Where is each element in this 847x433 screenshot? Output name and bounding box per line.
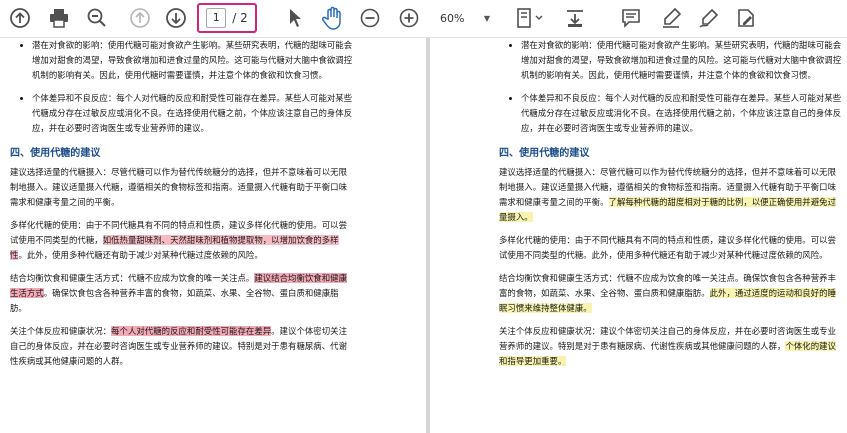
zoom-dropdown[interactable]: 60% ▼ [440,9,490,27]
paragraph: 结合均衡饮食和健康生活方式：代糖不应成为饮食的唯一关注点。建议结合均衡饮食和健康… [10,271,355,316]
zoom-out-icon[interactable] [358,7,382,29]
page-number-box[interactable]: 1 / 2 [197,3,257,33]
chevron-down-icon: ▼ [483,13,490,23]
paragraph: 关注个体反应和健康状况：建议个体密切关注自己的身体反应，并在必要时咨询医生或专业… [499,324,842,369]
list-item: 潜在对食欲的影响：使用代糖可能对食欲产生影响。某些研究表明，代糖的甜味可能会增加… [32,38,355,83]
list-item: 个体差异和不良反应：每个人对代糖的反应和耐受性可能存在差异。某些人可能对某些代糖… [32,91,355,136]
section-heading: 四、使用代糖的建议 [10,148,101,159]
zoom-search-icon[interactable] [85,7,109,29]
page-fit-icon[interactable] [515,7,545,29]
highlight-icon[interactable] [659,7,683,29]
text-run: 结合均衡饮食和健康生活方式：代糖不应成为饮食的唯一关注点。 [10,273,255,283]
section-heading: 四、使用代糖的建议 [499,148,590,159]
comment-icon[interactable] [619,7,643,29]
cursor-icon[interactable] [285,7,305,29]
bullet-list: 潜在对食欲的影响：使用代糖可能对食欲产生影响。某些研究表明，代糖的甜味可能会增加… [499,38,842,136]
text-run: 关注个体反应和健康状况： [10,326,112,336]
paragraph: 多样化代糖的使用：由于不同代糖具有不同的特点和性质，建议多样化代糖的使用。可以尝… [10,218,355,263]
page-total: / 2 [232,11,248,25]
page-up-icon[interactable] [128,7,152,29]
sign-icon[interactable] [697,7,721,29]
hand-icon[interactable] [320,6,346,30]
list-item: 潜在对食欲的影响：使用代糖可能对食欲产生影响。某些研究表明，代糖的甜味可能会增加… [521,38,842,83]
paragraph: 建议选择适量的代糖摄入：尽管代糖可以作为替代传统糖分的选择，但并不意味着可以无限… [499,165,842,225]
edit-icon[interactable] [734,7,758,29]
zoom-value: 60% [440,11,465,25]
bullet-list: 潜在对食欲的影响：使用代糖可能对食欲产生影响。某些研究表明，代糖的甜味可能会增加… [10,38,355,136]
document-viewer[interactable]: 潜在对食欲的影响：使用代糖可能对食欲产生影响。某些研究表明，代糖的甜味可能会增加… [0,38,847,433]
paragraph: 建议选择适量的代糖摄入：尽管代糖可以作为替代传统糖分的选择，但并不意味着可以无限… [10,167,347,207]
red-highlight[interactable]: 每个人对代糖的反应和耐受性可能存在差异 [111,326,272,336]
page-current-input[interactable]: 1 [206,8,227,28]
paragraph: 结合均衡饮食和健康生活方式：代糖不应成为饮食的唯一关注点。确保饮食包含各种营养丰… [499,271,842,316]
list-item: 个体差异和不良反应：每个人对代糖的反应和耐受性可能存在差异。某些人可能对某些代糖… [521,91,842,136]
document-page-left: 潜在对食欲的影响：使用代糖可能对食欲产生影响。某些研究表明，代糖的甜味可能会增加… [0,38,426,433]
text-run: 。此外，使用多种代糖还有助于减少对某种代糖过度依赖的风险。 [18,250,263,260]
zoom-in-icon[interactable] [397,7,421,29]
text-run: 。确保饮食包含各种营养丰富的食物，如蔬菜、水果、全谷物、蛋白质和健康脂肪。 [10,288,339,313]
scroll-icon[interactable] [563,7,587,29]
document-page-right: 潜在对食欲的影响：使用代糖可能对食欲产生影响。某些研究表明，代糖的甜味可能会增加… [430,38,847,433]
print-icon[interactable] [47,7,71,29]
paragraph: 关注个体反应和健康状况：每个人对代糖的反应和耐受性可能存在差异。建议个体密切关注… [10,324,355,369]
upload-icon[interactable] [8,7,32,29]
page-down-icon[interactable] [164,7,188,29]
toolbar: 1 / 2 60% ▼ [0,0,847,38]
paragraph: 多样化代糖的使用：由于不同代糖具有不同的特点和性质，建议多样化代糖的使用。可以尝… [499,235,836,260]
